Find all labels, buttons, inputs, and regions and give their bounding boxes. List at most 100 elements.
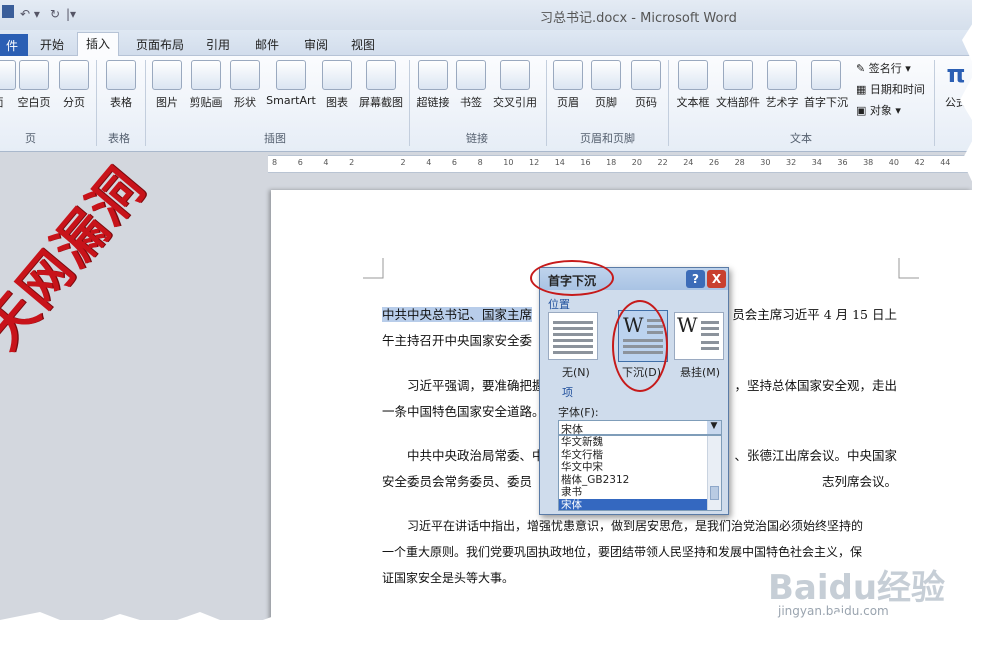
ruler-tick-label: 36 <box>837 158 848 167</box>
picture-button[interactable]: 图片 <box>150 60 184 110</box>
smartart-button[interactable]: SmartArt <box>266 60 316 107</box>
drop-cap-none-option[interactable] <box>548 312 598 360</box>
bookmark-button[interactable]: 书签 <box>456 60 486 110</box>
group-label-tables: 表格 <box>108 132 130 145</box>
object-button[interactable]: ▣ 对象 ▾ <box>856 102 901 118</box>
list-item[interactable]: 楷体_GB2312 <box>559 474 721 487</box>
ruler-tick-label: 8 <box>477 158 483 167</box>
ruler-tick-label: 4 <box>323 158 329 167</box>
equation-button[interactable]: π 公式 <box>940 60 972 110</box>
horizontal-ruler[interactable]: 8 6 4 2 2 4 6 8 10 12 14 16 18 20 22 24 26 28 30 32 34 36 38 40… <box>268 155 972 173</box>
screenshot-icon <box>366 60 396 90</box>
drop-cap-margin-option[interactable]: W <box>674 312 724 360</box>
window-title: 习总书记.docx - Microsoft Word <box>540 11 737 26</box>
tab-references[interactable]: 引用 <box>198 34 238 56</box>
font-label: 字体(F): <box>558 406 599 419</box>
list-item[interactable]: 华文新魏 <box>559 436 721 449</box>
list-item[interactable]: 隶书 <box>559 486 721 499</box>
blank-page-button[interactable]: 空白页 <box>14 60 54 110</box>
ruler-tick-label: 26 <box>708 158 720 167</box>
hyperlink-button[interactable]: 超链接 <box>414 60 452 110</box>
font-input[interactable]: 宋体 ▼ <box>558 420 722 436</box>
ruler-tick-label: 32 <box>786 158 797 167</box>
text-box-button[interactable]: 文本框 <box>674 60 712 110</box>
undo-icon[interactable]: ↶ ▾ <box>20 7 40 21</box>
group-divider <box>668 60 669 146</box>
page-number-icon <box>631 60 661 90</box>
ribbon: 面 空白页 分页 表格 图片 剪贴画 形状 SmartArt 图表 屏幕截图 超… <box>0 56 972 152</box>
tab-file[interactable]: 件 <box>0 34 28 56</box>
tab-review[interactable]: 审阅 <box>296 34 336 56</box>
tab-page-layout[interactable]: 页面布局 <box>128 34 192 56</box>
scrollbar-thumb[interactable] <box>710 486 719 500</box>
w-glyph-icon: W <box>677 313 698 337</box>
footer-icon <box>591 60 621 90</box>
option-label-margin: 悬挂(M) <box>680 366 721 379</box>
page-number-button[interactable]: 页码 <box>630 60 662 110</box>
group-divider <box>409 60 410 146</box>
wordart-button[interactable]: 艺术字 <box>764 60 800 110</box>
list-item[interactable]: 华文行楷 <box>559 449 721 462</box>
title-bar: ↶ ▾ ↻ |▾ 习总书记.docx - Microsoft Word <box>0 0 972 30</box>
ruler-tick-label: 10 <box>503 158 514 167</box>
cover-page-button[interactable]: 面 <box>0 60 16 110</box>
selected-text: 中共中央总书记、国家主席 <box>382 307 533 322</box>
drop-cap-icon <box>811 60 841 90</box>
ruler-tick-label: 34 <box>811 158 822 167</box>
clip-art-button[interactable]: 剪贴画 <box>188 60 224 110</box>
ruler-tick-label: 28 <box>734 158 745 167</box>
font-list[interactable]: 华文新魏 华文行楷 华文中宋 楷体_GB2312 隶书 宋体 <box>558 435 722 511</box>
group-divider <box>934 60 935 146</box>
help-icon[interactable]: ? <box>686 270 705 288</box>
header-button[interactable]: 页眉 <box>552 60 584 110</box>
ruler-tick-label: 22 <box>657 158 668 167</box>
redo-icon[interactable]: ↻ <box>50 7 60 21</box>
picture-icon <box>152 60 182 90</box>
tab-view[interactable]: 视图 <box>343 34 383 56</box>
group-label-illustrations: 插图 <box>264 132 286 145</box>
date-time-button[interactable]: ▦ 日期和时间 <box>856 81 925 97</box>
scrollbar[interactable] <box>707 436 721 510</box>
page-break-icon <box>59 60 89 90</box>
quick-parts-icon <box>723 60 753 90</box>
option-label-none: 无(N) <box>562 366 590 379</box>
ruler-tick-label: 20 <box>631 158 642 167</box>
ruler-tick-label: 14 <box>554 158 565 167</box>
ruler-tick-label: 42 <box>914 158 925 167</box>
group-label-text: 文本 <box>790 132 812 145</box>
word-window: ↶ ▾ ↻ |▾ 习总书记.docx - Microsoft Word 件 开始… <box>0 0 972 620</box>
header-icon <box>553 60 583 90</box>
group-label-header-footer: 页眉和页脚 <box>580 132 635 145</box>
tab-home[interactable]: 开始 <box>32 34 72 56</box>
page-break-button[interactable]: 分页 <box>58 60 90 110</box>
globe-icon <box>418 60 448 90</box>
tab-insert[interactable]: 插入 <box>77 32 120 57</box>
pi-icon: π <box>946 60 966 88</box>
footer-button[interactable]: 页脚 <box>590 60 622 110</box>
drop-cap-button[interactable]: 首字下沉 <box>802 60 850 110</box>
options-label: 项 <box>562 386 573 399</box>
cross-reference-button[interactable]: 交叉引用 <box>490 60 540 110</box>
screenshot-button[interactable]: 屏幕截图 <box>356 60 406 110</box>
save-icon[interactable] <box>2 5 14 18</box>
table-icon <box>106 60 136 90</box>
quick-parts-button[interactable]: 文档部件 <box>714 60 762 110</box>
baidu-watermark: Baidu经验 <box>768 568 946 608</box>
customize-qat-icon[interactable]: |▾ <box>66 7 76 21</box>
ruler-tick-label: 8 <box>272 158 278 167</box>
smartart-icon <box>276 60 306 90</box>
list-item[interactable]: 华文中宋 <box>559 461 721 474</box>
ruler-tick-label: 2 <box>400 158 406 167</box>
ruler-tick-label: 30 <box>760 158 771 167</box>
chevron-down-icon[interactable]: ▼ <box>707 421 721 434</box>
table-button[interactable]: 表格 <box>104 60 138 110</box>
highlight-oval-option <box>612 300 668 392</box>
ruler-tick-label: 24 <box>683 158 694 167</box>
signature-line-button[interactable]: ✎ 签名行 ▾ <box>856 60 911 76</box>
tab-mailings[interactable]: 邮件 <box>247 34 287 56</box>
ruler-tick-label: 18 <box>606 158 617 167</box>
shapes-button[interactable]: 形状 <box>228 60 262 110</box>
close-icon[interactable]: X <box>707 270 726 288</box>
list-item-selected[interactable]: 宋体 <box>559 498 721 510</box>
chart-button[interactable]: 图表 <box>320 60 354 110</box>
